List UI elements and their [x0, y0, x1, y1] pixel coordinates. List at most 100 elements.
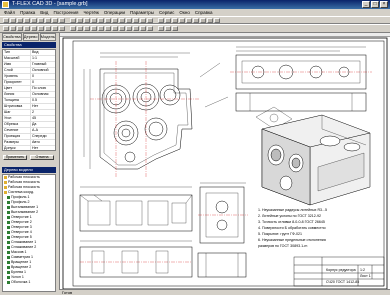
- toolbar-button[interactable]: [179, 18, 185, 23]
- title-block-sheet: Лист 1: [360, 274, 371, 278]
- menu-edit[interactable]: Правка: [20, 9, 35, 16]
- toolbar-button[interactable]: [38, 18, 44, 23]
- menu-service[interactable]: Сервис: [159, 9, 174, 16]
- toolbar-button[interactable]: [140, 26, 146, 31]
- toolbar-button[interactable]: [200, 18, 206, 23]
- menu-parameters[interactable]: Параметры: [130, 9, 154, 16]
- toolbar-button[interactable]: [193, 18, 199, 23]
- toolbar-button[interactable]: [3, 18, 9, 23]
- feature-icon: [7, 266, 10, 269]
- toolbar-button[interactable]: [38, 26, 44, 31]
- minimize-button[interactable]: _: [362, 1, 370, 8]
- property-value[interactable]: Главный: [31, 62, 46, 67]
- menu-view[interactable]: Вид: [40, 9, 48, 16]
- toolbar-button[interactable]: [10, 18, 16, 23]
- toolbar-button[interactable]: [133, 26, 139, 31]
- toolbar-button[interactable]: [214, 18, 220, 23]
- toolbar-button[interactable]: [126, 18, 132, 23]
- toolbar-button[interactable]: [119, 26, 125, 31]
- note-line: 1. Неуказанные радиусы литейных R3...5: [258, 208, 327, 212]
- menu-help[interactable]: Справка: [195, 9, 213, 16]
- panel-tabs: Свойства Дерево Модель: [2, 33, 56, 41]
- property-value[interactable]: 0.5: [31, 98, 37, 103]
- toolbar-button[interactable]: [45, 26, 51, 31]
- toolbar-button[interactable]: [52, 18, 58, 23]
- properties-list: Тип Вид Масштаб 1:1 Имя Главный Слой Основной Ур…: [2, 49, 56, 151]
- property-row[interactable]: Допуск Нет: [3, 146, 55, 150]
- tab-tree[interactable]: Дерево: [22, 33, 39, 41]
- toolbar-button[interactable]: [24, 18, 30, 23]
- maximize-button[interactable]: □: [371, 1, 379, 8]
- property-value[interactable]: Да: [31, 122, 36, 127]
- property-value[interactable]: Нет: [31, 104, 38, 109]
- toolbar-button[interactable]: [126, 26, 132, 31]
- property-value[interactable]: 1:1: [31, 56, 37, 61]
- property-value[interactable]: Нет: [31, 146, 38, 150]
- property-value[interactable]: По слою: [31, 86, 46, 91]
- toolbar-button[interactable]: [165, 18, 171, 23]
- cancel-button[interactable]: Отмена: [30, 155, 54, 160]
- property-value[interactable]: Авто: [31, 140, 40, 145]
- toolbar-button[interactable]: [77, 26, 83, 31]
- property-value[interactable]: 2: [31, 110, 34, 115]
- drawing-canvas[interactable]: 1. Неуказанные радиусы литейных R3...5 2…: [59, 33, 390, 295]
- menu-operations[interactable]: Операции: [104, 9, 125, 16]
- menu-window[interactable]: Окно: [179, 9, 189, 16]
- toolbar-button[interactable]: [98, 18, 104, 23]
- toolbar-button[interactable]: [140, 18, 146, 23]
- menu-draw[interactable]: Чертёж: [83, 9, 98, 16]
- property-value[interactable]: Вид: [31, 50, 39, 55]
- property-name: Штриховка: [4, 104, 31, 109]
- toolbar-button[interactable]: [24, 26, 30, 31]
- toolbar-button[interactable]: [165, 26, 171, 31]
- toolbar-button[interactable]: [147, 26, 153, 31]
- property-value[interactable]: 45: [31, 116, 36, 121]
- toolbar-button[interactable]: [70, 18, 76, 23]
- toolbar-button[interactable]: [158, 18, 164, 23]
- toolbar-button[interactable]: [17, 26, 23, 31]
- toolbar-button[interactable]: [70, 26, 76, 31]
- toolbar-button[interactable]: [186, 18, 192, 23]
- toolbar-button[interactable]: [45, 18, 51, 23]
- property-value[interactable]: 0: [31, 80, 34, 85]
- toolbar-button[interactable]: [98, 26, 104, 31]
- toolbar-button[interactable]: [147, 18, 153, 23]
- tab-model[interactable]: Модель: [39, 33, 56, 41]
- toolbar-button[interactable]: [172, 18, 178, 23]
- toolbar-button[interactable]: [112, 18, 118, 23]
- toolbar-button[interactable]: [31, 18, 37, 23]
- toolbar-button[interactable]: [77, 18, 83, 23]
- toolbar-button[interactable]: [207, 18, 213, 23]
- toolbar-button[interactable]: [31, 26, 37, 31]
- toolbar-button[interactable]: [91, 18, 97, 23]
- apply-button[interactable]: Применить: [3, 155, 27, 160]
- toolbar-button[interactable]: [59, 26, 65, 31]
- toolbar-button[interactable]: [158, 26, 164, 31]
- toolbar-button[interactable]: [91, 26, 97, 31]
- toolbar-button[interactable]: [105, 18, 111, 23]
- toolbar-button[interactable]: [172, 26, 178, 31]
- property-value[interactable]: Основной: [31, 68, 48, 73]
- toolbar-button[interactable]: [133, 18, 139, 23]
- toolbar-button[interactable]: [52, 26, 58, 31]
- toolbar-button[interactable]: [10, 26, 16, 31]
- toolbar-button[interactable]: [17, 18, 23, 23]
- property-value[interactable]: 0: [31, 74, 34, 79]
- toolbar-button[interactable]: [119, 18, 125, 23]
- close-button[interactable]: ×: [380, 1, 388, 8]
- toolbar-button[interactable]: [84, 26, 90, 31]
- menu-construct[interactable]: Построения: [53, 9, 78, 16]
- property-value[interactable]: Основная: [31, 92, 48, 97]
- property-name: Сечение: [4, 128, 31, 133]
- property-value[interactable]: Спереди: [31, 134, 47, 139]
- tree-item[interactable]: Оболочка 1: [3, 280, 55, 285]
- toolbar-button[interactable]: [59, 18, 65, 23]
- property-value[interactable]: А-А: [31, 128, 38, 133]
- toolbar-button[interactable]: [84, 18, 90, 23]
- tab-properties[interactable]: Свойства: [2, 33, 22, 41]
- toolbar-button[interactable]: [105, 26, 111, 31]
- toolbar-button[interactable]: [3, 26, 9, 31]
- feature-icon: [4, 181, 7, 184]
- toolbar-button[interactable]: [112, 26, 118, 31]
- menu-file[interactable]: Файл: [4, 9, 15, 16]
